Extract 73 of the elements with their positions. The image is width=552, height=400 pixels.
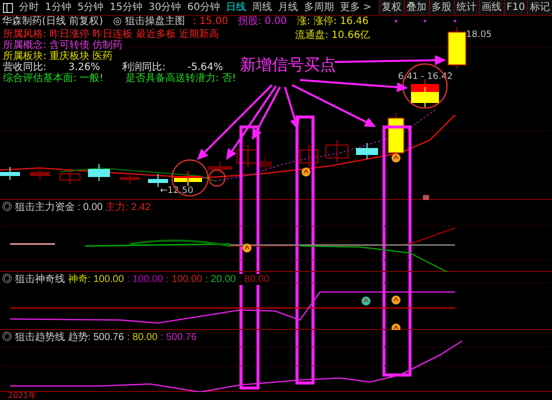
indicator-value: 趋势: 500.76 — [68, 332, 124, 343]
indicator-value: : 100.00 — [166, 274, 202, 285]
panel-icon[interactable] — [3, 2, 13, 12]
float-shares-text: 流通盘: 10.66亿 — [295, 29, 370, 41]
timeframe-tab[interactable]: 60分钟 — [184, 0, 223, 14]
indicator-value: : 100.00 — [126, 274, 164, 285]
indicator-name: ◎ 狙击操盘主图 — [112, 17, 185, 27]
indicator-value: : 80.00 — [238, 274, 270, 285]
info-text: 营收同比: — [3, 62, 46, 73]
info-text: 利润同比: — [122, 62, 166, 73]
indicator-value: : 20.00 — [205, 274, 236, 285]
marker-dot — [394, 20, 398, 22]
signal-icon — [302, 168, 310, 176]
info-text: 所属风格: 昨日涨停 昨日连板 最近多板 近期新高 — [3, 29, 220, 40]
info-text: 综合评估基本面: 一般! — [3, 73, 104, 84]
timeframe-tab[interactable]: 日线 — [222, 0, 249, 14]
marker-dot — [454, 20, 456, 22]
timeframe-tab[interactable]: 多周期 — [300, 0, 337, 14]
indicator-value: 神奇: 100.00 — [68, 274, 124, 285]
axis-label: 2021年 — [8, 391, 36, 400]
indicator-value: : 80.00 — [126, 332, 158, 343]
timeframe-tab[interactable]: 15分钟 — [106, 0, 146, 14]
toolbar-button[interactable]: 画线 — [478, 0, 504, 15]
indicator-value: : 15.00 — [192, 17, 228, 27]
candlestick — [208, 160, 232, 174]
indicator-value: 拐股: 0.00 — [238, 17, 287, 27]
candlestick — [174, 170, 202, 186]
candlestick — [148, 174, 168, 188]
signal-icon — [242, 244, 252, 252]
marker-dot — [424, 20, 426, 22]
flag-icon — [423, 195, 429, 200]
panel-title: ◎ 狙击神奇线 — [2, 274, 65, 285]
candlestick — [60, 168, 80, 184]
toolbar-button[interactable]: 统计 — [454, 0, 479, 15]
candlestick — [300, 144, 318, 168]
indicator-value: : 500.76 — [160, 332, 197, 343]
candlestick — [0, 166, 20, 180]
timeframe-tab[interactable]: 周线 — [248, 0, 275, 14]
toolbar-button[interactable]: F10 — [504, 0, 527, 15]
toolbar-button[interactable]: 标记 — [527, 0, 552, 15]
panel-title: ◎ 狙击主力资金 : 0.00 — [2, 202, 103, 213]
toolbar-button[interactable]: 多股 — [428, 0, 454, 15]
info-text: 是否具备高送转潜力: 否! — [126, 73, 236, 84]
candlestick — [120, 172, 140, 184]
candlestick — [411, 78, 439, 108]
price-label: 18.05 — [466, 30, 492, 40]
signal-icon — [392, 296, 400, 304]
info-text: 所属板块: 重庆板块 医药 — [3, 51, 113, 62]
info-text: 3.26% — [68, 62, 100, 73]
indicator-line — [10, 243, 55, 245]
timeframe-tab[interactable]: 分时 — [16, 0, 42, 14]
candlestick — [356, 142, 378, 160]
indicator-value: 涨: 涨停: 16.46 — [296, 17, 369, 27]
timeframe-tab[interactable]: 1分钟 — [42, 0, 74, 14]
signal-icon — [362, 296, 370, 306]
timeframe-tab[interactable]: 月线 — [274, 0, 301, 14]
candlestick — [326, 140, 348, 162]
info-text: -5.64% — [188, 62, 223, 73]
panel-title: ◎ 狙击趋势线 — [2, 332, 65, 343]
chart-title: 华森制药(日线 前复权) — [2, 17, 103, 27]
signal-icon — [392, 324, 400, 330]
timeframe-tab[interactable]: 5分钟 — [74, 0, 107, 14]
signal-icon — [392, 154, 400, 162]
indicator-value: 主力: 2.42 — [106, 202, 151, 213]
timeframe-tab[interactable]: 30分钟 — [145, 0, 184, 14]
timeframe-tab[interactable]: 更多 > — [336, 0, 375, 14]
toolbar-button[interactable]: 叠加 — [404, 0, 429, 15]
candlestick — [30, 166, 50, 180]
annotation-text: 新增信号买点 — [240, 55, 336, 75]
info-text: 所属概念: 含可转债 仿制药 — [3, 40, 123, 51]
candlestick — [448, 26, 466, 70]
candlestick — [88, 164, 110, 182]
toolbar-button[interactable]: 复权 — [378, 0, 404, 15]
